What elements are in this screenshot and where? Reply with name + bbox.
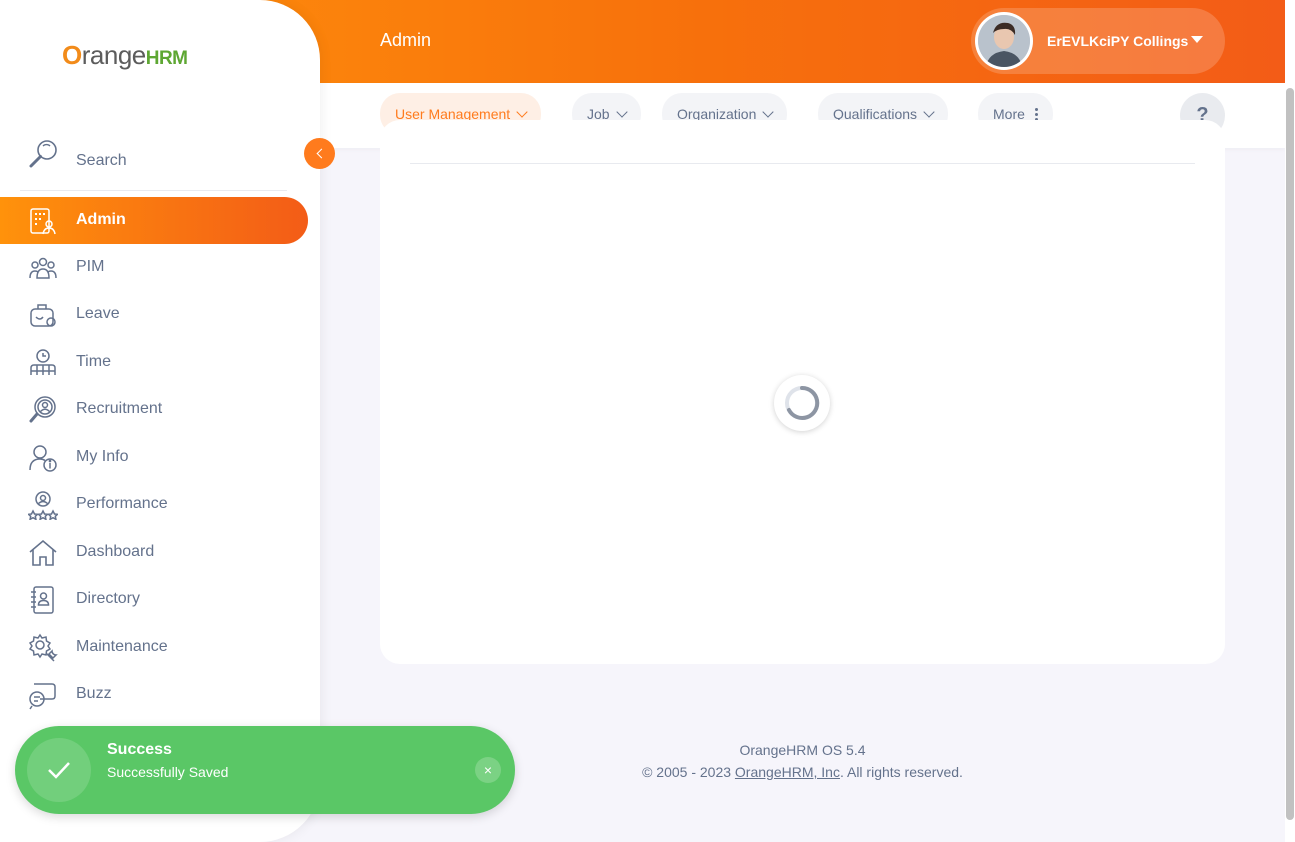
sidebar-item-performance[interactable]: Performance <box>0 481 308 528</box>
user-photo-icon <box>978 15 1030 67</box>
directory-icon <box>31 586 54 614</box>
page-title: Admin <box>380 30 432 50</box>
sidebar-item-maintenance[interactable]: Maintenance <box>0 624 308 671</box>
sidebar-item-label: Time <box>76 353 111 370</box>
leave-icon <box>30 304 56 327</box>
sidebar-item-label: PIM <box>76 258 105 275</box>
admin-icon <box>30 208 56 235</box>
performance-icon <box>28 491 58 520</box>
sidebar-item-label: Maintenance <box>76 638 168 655</box>
sidebar-item-label: Buzz <box>76 685 112 702</box>
my-info-icon <box>29 445 57 472</box>
sidebar-item-my-info[interactable]: My Info <box>0 434 308 481</box>
sidebar-item-leave[interactable]: Leave <box>0 291 308 338</box>
sidebar-item-label: Leave <box>76 305 120 322</box>
sidebar-item-label: Admin <box>76 211 126 228</box>
toast-message: Successfully Saved <box>107 764 229 780</box>
sidebar-collapse-button[interactable] <box>304 138 335 169</box>
chevron-down-icon <box>516 106 528 118</box>
caret-down-icon <box>1191 36 1203 43</box>
avatar <box>975 12 1033 70</box>
logo-hrm: HRM <box>145 48 188 69</box>
logo-range: range <box>81 40 147 70</box>
chevron-down-icon <box>615 106 628 118</box>
sidebar-item-label: Dashboard <box>76 543 155 560</box>
scrollbar[interactable] <box>1285 0 1295 842</box>
brand-logo: OrangeHRM <box>62 40 188 71</box>
toast-close-button[interactable]: × <box>475 757 501 783</box>
toast-title: Success <box>107 741 172 758</box>
sidebar-item-pim[interactable]: PIM <box>0 244 308 291</box>
kebab-icon <box>1034 107 1038 121</box>
sidebar-item-dashboard[interactable]: Dashboard <box>0 529 308 576</box>
sidebar-item-time[interactable]: Time <box>0 339 308 386</box>
company-link[interactable]: OrangeHRM, Inc <box>735 764 840 780</box>
sidebar-item-label: Directory <box>76 590 141 607</box>
loading-spinner-icon <box>774 375 830 431</box>
sidebar-item-buzz[interactable]: Buzz <box>0 671 308 718</box>
sidebar-item-recruitment[interactable]: Recruitment <box>0 386 308 433</box>
sidebar-item-admin[interactable]: Admin <box>0 197 308 244</box>
main-card <box>380 120 1225 664</box>
dashboard-icon <box>29 539 57 566</box>
logo-o: O <box>62 40 82 70</box>
search-icon <box>29 140 57 168</box>
checkmark-icon <box>27 738 91 802</box>
copyright-prefix: © 2005 - 2023 <box>642 764 735 780</box>
chevron-down-icon <box>762 106 775 118</box>
user-dropdown[interactable]: ErEVLKciPY Collings <box>971 8 1225 74</box>
search-label: Search <box>76 152 127 169</box>
chevron-left-icon <box>316 148 326 159</box>
sidebar: OrangeHRM Search Admin PIM Leave Time Re… <box>0 0 320 842</box>
maintenance-icon <box>28 633 58 662</box>
user-name: ErEVLKciPY Collings <box>1047 33 1189 49</box>
time-icon <box>30 349 56 375</box>
sidebar-item-label: Performance <box>76 495 168 512</box>
sidebar-item-label: Recruitment <box>76 400 163 417</box>
pim-icon <box>29 257 57 279</box>
success-toast: Success Successfully Saved × <box>15 726 515 814</box>
sidebar-item-label: My Info <box>76 448 129 465</box>
copyright-suffix: . All rights reserved. <box>839 764 963 780</box>
chevron-down-icon <box>923 106 935 118</box>
sidebar-search[interactable]: Search <box>20 134 287 191</box>
divider <box>410 163 1195 164</box>
buzz-icon <box>29 683 56 710</box>
scroll-thumb[interactable] <box>1286 88 1294 820</box>
recruitment-icon <box>29 396 56 423</box>
sidebar-item-directory[interactable]: Directory <box>0 576 308 623</box>
